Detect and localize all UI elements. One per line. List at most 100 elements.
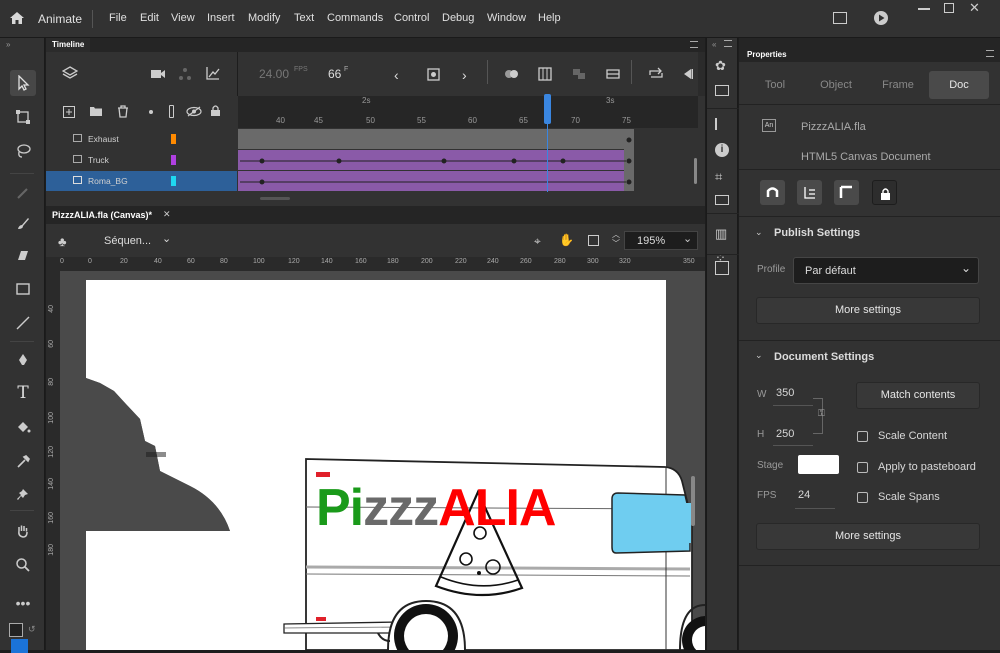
publish-settings-title[interactable]: Publish Settings	[774, 227, 860, 239]
create-tween-icon[interactable]	[606, 68, 620, 80]
height-field[interactable]: 250	[776, 428, 794, 440]
assets-icon[interactable]: ▥	[715, 226, 727, 242]
fps-field[interactable]: 24	[798, 489, 810, 501]
visibility-icon[interactable]	[186, 106, 202, 117]
workspace-icon[interactable]	[833, 12, 847, 24]
new-layer-icon[interactable]	[63, 106, 75, 118]
vertical-ruler[interactable]	[46, 271, 60, 650]
prev-frame-icon[interactable]: ‹	[394, 67, 399, 83]
scene-panel-icon[interactable]	[715, 261, 729, 275]
menu-insert[interactable]: Insert	[207, 12, 235, 24]
layer-row-exhaust[interactable]: Exhaust	[46, 129, 237, 149]
more-tools-icon[interactable]: •••	[10, 590, 36, 616]
fill-color-swatch[interactable]	[11, 639, 28, 653]
width-field[interactable]: 350	[776, 387, 794, 399]
home-icon[interactable]	[9, 11, 25, 28]
rectangle-tool-icon[interactable]	[10, 276, 36, 302]
highlight-dot-icon[interactable]	[149, 110, 153, 114]
library-icon[interactable]	[715, 85, 729, 96]
layer-name[interactable]: Truck	[88, 155, 109, 165]
clip-stage-icon[interactable]	[588, 235, 599, 246]
hand-tool-icon[interactable]	[10, 518, 36, 544]
dock-menu-icon[interactable]	[724, 40, 732, 47]
menu-file[interactable]: File	[109, 12, 127, 24]
menu-commands[interactable]: Commands	[327, 12, 383, 24]
menu-modify[interactable]: Modify	[248, 12, 280, 24]
doc-vscroll[interactable]	[691, 476, 695, 526]
publish-more-settings-button[interactable]: More settings	[756, 297, 980, 324]
zoom-tool-icon[interactable]	[10, 552, 36, 578]
transform-icon[interactable]: ⌗	[715, 169, 722, 185]
layer-color-exhaust[interactable]	[171, 134, 176, 144]
layer-name[interactable]: Roma_BG	[88, 176, 128, 186]
collapse-icon[interactable]: «	[712, 40, 716, 49]
tab-doc[interactable]: Doc	[929, 71, 989, 99]
tab-object[interactable]: Object	[806, 71, 866, 99]
menu-help[interactable]: Help	[538, 12, 561, 24]
layers-icon[interactable]	[62, 66, 78, 80]
document-tab[interactable]: PizzzALIA.fla (Canvas)*	[52, 210, 152, 220]
info-icon[interactable]: i	[715, 143, 729, 157]
current-frame[interactable]: 66	[328, 67, 341, 81]
chevron-down-icon[interactable]: ⌄	[162, 232, 171, 245]
loop-icon[interactable]	[648, 67, 664, 81]
profile-select[interactable]: Par défaut ⌄	[793, 257, 979, 284]
tab-frame[interactable]: Frame	[868, 71, 928, 99]
outline-layer-icon[interactable]	[169, 105, 174, 118]
next-frame-icon[interactable]: ›	[462, 67, 467, 83]
scene-icon[interactable]: ♣	[58, 234, 67, 249]
brush-disabled-icon[interactable]	[10, 180, 36, 206]
menu-edit[interactable]: Edit	[140, 12, 159, 24]
camera-icon[interactable]	[150, 68, 166, 80]
color-panel-icon[interactable]: ✿	[715, 58, 726, 74]
pin-tool-icon[interactable]	[10, 482, 36, 508]
match-contents-button[interactable]: Match contents	[856, 382, 980, 409]
panel-menu-icon[interactable]	[986, 50, 994, 57]
brush-tool-icon[interactable]	[10, 210, 36, 236]
layer-color-truck[interactable]	[171, 155, 176, 165]
scale-content-checkbox[interactable]	[857, 431, 868, 442]
maximize-icon[interactable]	[944, 3, 954, 13]
zoom-field[interactable]: 195% ⌄	[624, 231, 698, 250]
document-more-settings-button[interactable]: More settings	[756, 523, 980, 550]
menu-window[interactable]: Window	[487, 12, 526, 24]
text-tool-icon[interactable]: T	[10, 380, 36, 406]
delete-layer-icon[interactable]	[117, 105, 129, 118]
chevron-down-icon[interactable]: ⌄	[683, 232, 692, 245]
layer-row-roma-bg[interactable]: Roma_BG	[46, 171, 237, 191]
fps-value[interactable]: 24.00	[259, 67, 289, 81]
eraser-tool-icon[interactable]	[10, 242, 36, 268]
lock-icon[interactable]	[210, 104, 221, 117]
properties-tab[interactable]: Properties	[747, 50, 787, 59]
apply-pasteboard-checkbox[interactable]	[857, 462, 868, 473]
layer-name[interactable]: Exhaust	[88, 134, 119, 144]
layer-color-roma-bg[interactable]	[171, 176, 176, 186]
timeline-tab[interactable]: Timeline	[46, 38, 91, 52]
menu-view[interactable]: View	[171, 12, 195, 24]
stroke-color-swatch[interactable]	[9, 623, 23, 637]
timeline-vscroll[interactable]	[694, 158, 697, 184]
scale-spans-checkbox[interactable]	[857, 492, 868, 503]
edit-multiple-frames-icon[interactable]	[538, 67, 552, 81]
playhead[interactable]	[544, 94, 551, 124]
scene-selector[interactable]: Séquen...	[104, 235, 151, 247]
insert-keyframe-icon[interactable]	[427, 68, 440, 81]
lock-guides-icon[interactable]	[872, 180, 897, 205]
panel-menu-icon[interactable]	[690, 41, 698, 48]
link-dimensions-icon[interactable]: ⚿	[818, 408, 825, 419]
menu-control[interactable]: Control	[394, 12, 429, 24]
tab-tool[interactable]: Tool	[745, 71, 805, 99]
pen-tool-icon[interactable]	[10, 347, 36, 373]
document-settings-title[interactable]: Document Settings	[774, 351, 874, 363]
lasso-tool-icon[interactable]	[10, 138, 36, 164]
go-to-first-icon[interactable]	[681, 68, 693, 80]
minimize-icon[interactable]	[918, 8, 930, 10]
guides-icon[interactable]	[834, 180, 859, 205]
timeline-hscroll[interactable]	[260, 197, 290, 200]
snap-align-icon[interactable]	[797, 180, 822, 205]
frame-picker-icon[interactable]	[715, 195, 729, 205]
menu-debug[interactable]: Debug	[442, 12, 474, 24]
magnet-snap-icon[interactable]	[760, 180, 785, 205]
align-icon[interactable]	[715, 118, 729, 130]
line-tool-icon[interactable]	[10, 310, 36, 336]
